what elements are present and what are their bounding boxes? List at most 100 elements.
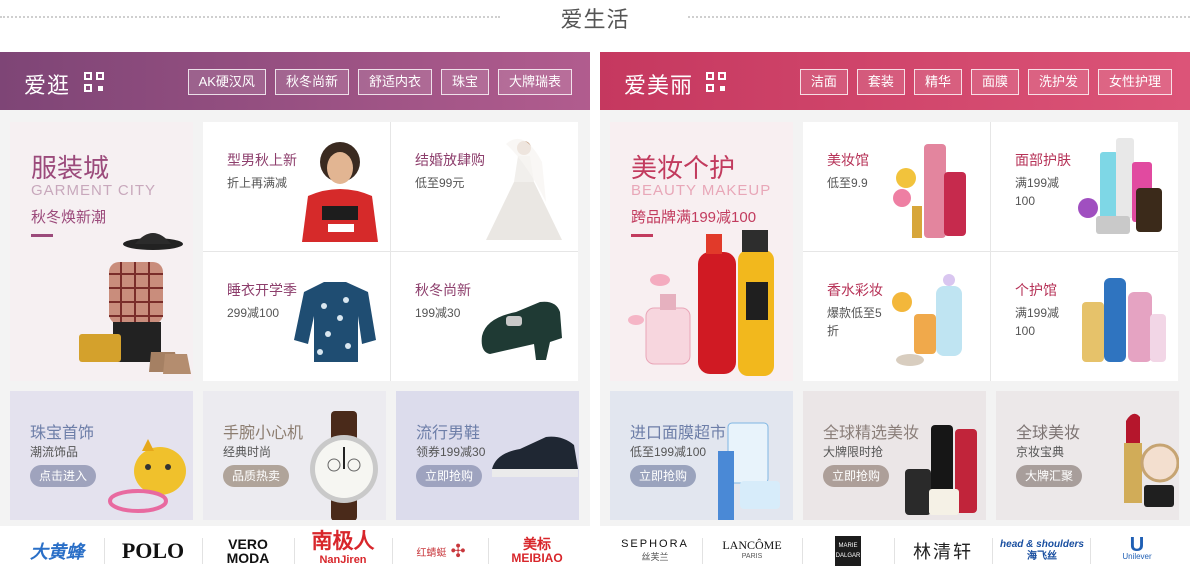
tag-mask[interactable]: 面膜 [970,69,1019,95]
grid-horizontal-divider [203,251,578,252]
promo-subtitle: 折上再满减 [227,176,288,190]
brand-name: 美标 [523,536,551,552]
promo-beauty-hall[interactable]: 美妆馆 低至9.9 [803,122,990,251]
promo-skincare[interactable]: 面部护肤 满199减100 [991,122,1178,251]
promo-grid: 型男秋上新 折上再满减 结婚放肆购 低至99元 睡衣开学季 299减100 秋冬… [203,122,578,381]
tile-subtitle: 经典时尚 [223,445,272,459]
tile-jewelry[interactable]: 珠宝首饰 潮流饰品 点击进入 [10,391,193,520]
menswear-image [302,142,378,242]
cosmetics-image [628,230,774,376]
brand-lancome[interactable]: LANCÔME PARIS [706,526,798,576]
promo-title: 睡衣开学季 [227,282,297,298]
tile-title: 珠宝首饰 [30,425,95,442]
brand-name-line1: VERO [228,536,268,552]
promo-subtitle: 299减100 [227,306,280,320]
promo-menswear[interactable]: 型男秋上新 折上再满减 [203,122,390,251]
hero-beauty-makeup[interactable]: 美妆个护 BEAUTY MAKEUP 跨品牌满199减100 [610,122,793,381]
tag-autumn-winter[interactable]: 秋冬尚新 [274,69,349,95]
hot-sale-button[interactable]: 品质热卖 [223,465,290,487]
brand-nanjiren[interactable]: 南极人 NanJiren [298,526,388,576]
tile-title: 流行男鞋 [416,425,481,442]
brand-name: head & shoulders [1000,539,1084,550]
tile-subtitle: 领券199减30 [416,445,486,459]
panel-title[interactable]: 爱逛 [24,68,70,100]
promo-title: 秋冬尚新 [415,282,471,298]
buy-now-button[interactable]: 立即抢购 [416,465,483,487]
brands-button[interactable]: 大牌汇聚 [1016,465,1083,487]
brand-name: POLO [121,538,185,563]
brand-hongqingting[interactable]: 红蜻蜓 ✣ [396,526,486,576]
grid-horizontal-divider [803,251,1178,252]
tag-watches[interactable]: 大牌瑞表 [497,69,572,95]
beauty-products-image [893,144,966,238]
dragonfly-icon: ✣ [450,540,466,561]
brand-chinese: 海飞丝 [1027,551,1057,562]
section-title: 爱生活 [560,7,630,32]
tag-serum[interactable]: 精华 [913,69,962,95]
hero-garment-city[interactable]: 服装城 GARMENT CITY 秋冬焕新潮 [10,122,193,381]
tag-ak[interactable]: AK硬汉风 [187,69,266,95]
buy-now-button[interactable]: 立即抢购 [630,465,697,487]
brand-dahuangfeng[interactable]: 大黄蜂 [14,526,100,576]
promo-autumn-shoes[interactable]: 秋冬尚新 199减30 [391,252,578,381]
brand-name: Unilever [1122,552,1152,561]
qr-code-icon[interactable] [84,72,104,92]
hero-english: BEAUTY MAKEUP [631,182,772,199]
tile-global-select[interactable]: 全球精选美妆 大牌限时抢 立即抢购 [803,391,986,520]
section-header: 爱生活 [0,0,1190,34]
brand-name: SEPHORA [621,538,689,550]
promo-title: 型男秋上新 [227,152,297,168]
promo-sleepwear[interactable]: 睡衣开学季 299减100 [203,252,390,381]
tile-men-shoes[interactable]: 流行男鞋 领券199减30 立即抢购 [396,391,579,520]
brand-linqingxuan[interactable]: 林清轩 [898,526,988,576]
tag-cleanser[interactable]: 洁面 [799,69,848,95]
panel-ai-guang: 爱逛 AK硬汉风 秋冬尚新 舒适内衣 珠宝 大牌瑞表 服装城 GARMENT C… [0,52,590,576]
qr-code-icon[interactable] [706,72,726,92]
unilever-logo-icon: U [1129,534,1145,556]
tag-feminine-care[interactable]: 女性护理 [1097,69,1172,95]
tile-title: 全球美妆 [1016,425,1081,442]
hero-english: GARMENT CITY [31,182,157,199]
panel-header-ai-meili: 爱美丽 洁面 套装 精华 面膜 洗护发 女性护理 [600,52,1190,110]
tile-title: 手腕小心机 [223,425,304,442]
tag-list: 洁面 套装 精华 面膜 洗护发 女性护理 [799,69,1172,95]
divider-right [688,16,1190,18]
promo-perfume[interactable]: 香水彩妆 爆款低至5折 [803,252,990,381]
brand-row: SEPHORA 丝芙兰 LANCÔME PARIS MARIE DALGAR 林… [600,526,1190,576]
tile-subtitle: 大牌限时抢 [823,445,884,459]
promo-wedding[interactable]: 结婚放肆购 低至99元 [391,122,578,251]
panel-title[interactable]: 爱美丽 [624,68,693,100]
brand-name: MARIE DALGAR [835,536,861,566]
brand-meibiao[interactable]: 美标 MEIBIAO [492,526,582,576]
panel-ai-meili: 爱美丽 洁面 套装 精华 面膜 洗护发 女性护理 美妆个护 BEAUTY MAK… [600,52,1190,576]
brand-polo[interactable]: POLO [108,526,198,576]
enter-button[interactable]: 点击进入 [30,465,97,487]
promo-title: 香水彩妆 [827,282,883,298]
tile-watch[interactable]: 手腕小心机 经典时尚 品质热卖 [203,391,386,520]
tag-haircare[interactable]: 洗护发 [1027,69,1089,95]
tile-global-beauty[interactable]: 全球美妆 京妆宝典 大牌汇聚 [996,391,1179,520]
jewelry-image [108,439,186,513]
sneaker-image [492,436,578,477]
lancome-products-image [905,425,977,515]
promo-title: 美妆馆 [827,152,869,168]
tag-sets[interactable]: 套装 [856,69,905,95]
promo-subtitle: 199减30 [415,306,461,320]
tile-mask-supermarket[interactable]: 进口面膜超市 低至199减100 立即抢购 [610,391,793,520]
promo-subtitle: 低至9.9 [827,176,868,190]
skincare-image [1078,138,1162,234]
brand-unilever[interactable]: U Unilever [1094,526,1180,576]
brand-head-shoulders[interactable]: head & shoulders 海飞丝 [996,526,1088,576]
buy-now-button[interactable]: 立即抢购 [823,465,890,487]
hero-title: 服装城 [31,153,110,183]
promo-personal-care[interactable]: 个护馆 满199减100 [991,252,1178,381]
tag-underwear[interactable]: 舒适内衣 [357,69,432,95]
tag-jewelry[interactable]: 珠宝 [440,69,489,95]
brand-marie-dalgar[interactable]: MARIE DALGAR [806,526,890,576]
sleepwear-image [294,282,376,362]
promo-grid: 美妆馆 低至9.9 面部护肤 满199减100 香水彩妆 爆款低至5折 个护馆 … [803,122,1178,381]
brand-sephora[interactable]: SEPHORA 丝芙兰 [612,526,698,576]
tile-subtitle: 低至199减100 [630,445,707,459]
brand-vero-moda[interactable]: VERO MODA [206,526,290,576]
personal-care-image [1082,278,1166,362]
